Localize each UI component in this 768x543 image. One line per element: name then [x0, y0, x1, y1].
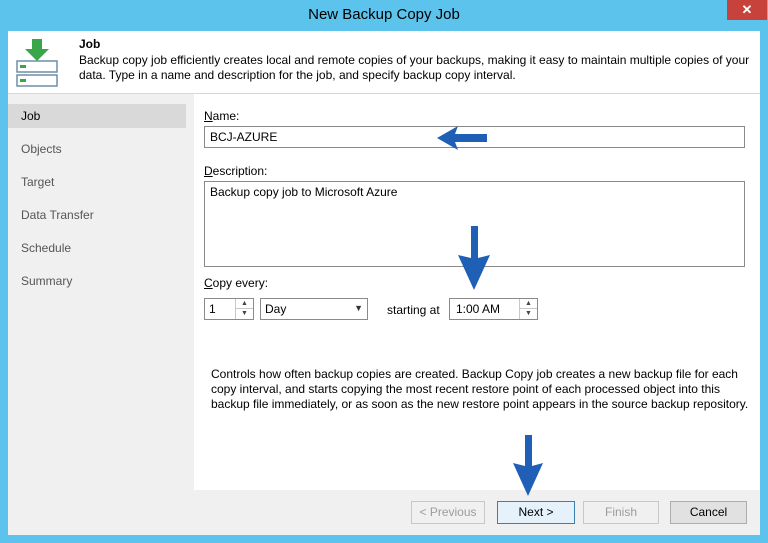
arrow-down-icon — [458, 226, 490, 290]
arrow-down-icon — [513, 435, 543, 496]
arrow-left-icon — [437, 126, 487, 150]
dialog-window: New Backup Copy Job ✕ Job Backup copy jo… — [0, 0, 768, 543]
annotation-arrows — [437, 126, 543, 496]
